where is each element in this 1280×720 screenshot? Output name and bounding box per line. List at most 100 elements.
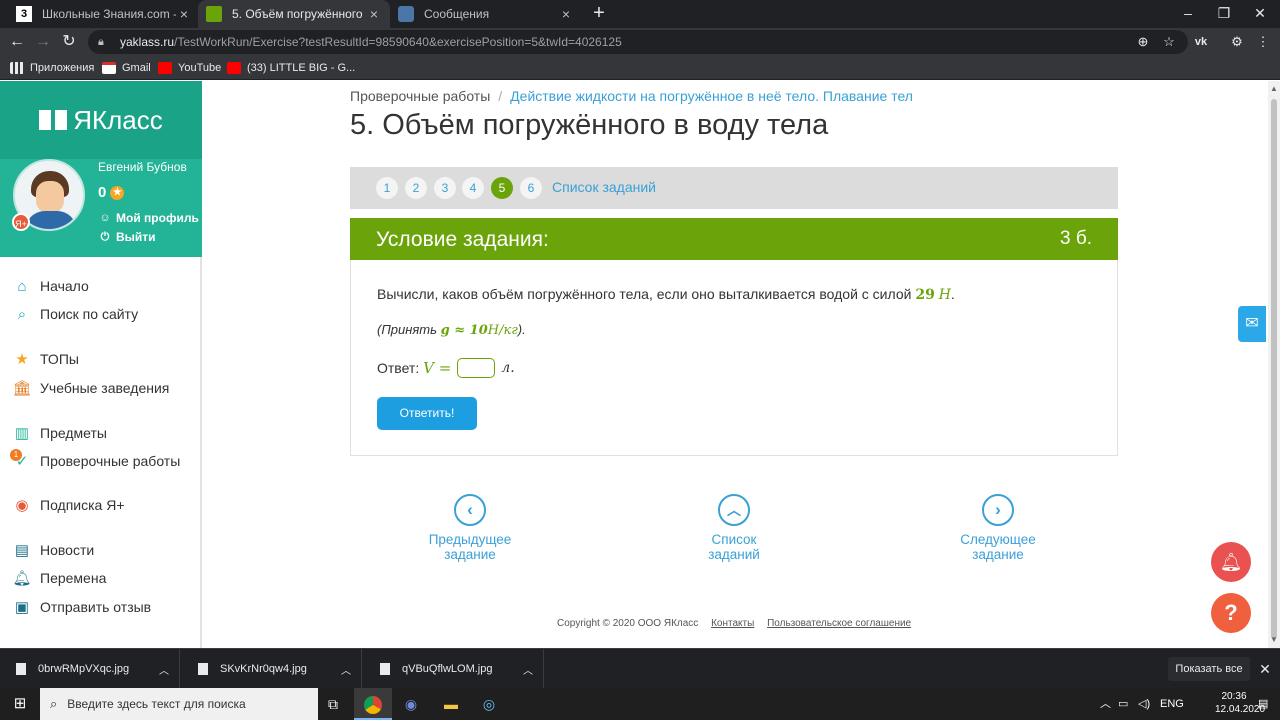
nav-home[interactable]: ⌂ Начало <box>12 275 88 297</box>
force-value: 29 <box>915 287 935 303</box>
scrollbar[interactable]: ▲ ▼ <box>1268 81 1280 648</box>
nav-label: Подписка Я+ <box>40 497 125 513</box>
chevron-up-icon[interactable]: ︿ <box>523 662 543 677</box>
clock-time: 20:36 <box>1221 691 1247 702</box>
mail-icon[interactable]: ✉ <box>1238 306 1266 342</box>
answer-label: Ответ: <box>377 360 420 376</box>
target-icon[interactable]: ⊕ <box>1134 33 1152 51</box>
nav-tests[interactable]: ✓ Проверочные работы <box>12 450 181 472</box>
page-3-button[interactable]: 3 <box>434 177 456 199</box>
task-view-icon[interactable]: ⧉ <box>314 688 352 720</box>
scroll-up-icon[interactable]: ▲ <box>1270 84 1278 93</box>
volume-icon[interactable]: ◁) <box>1138 688 1150 720</box>
answer-input[interactable] <box>457 358 496 378</box>
vk-extension-icon[interactable]: vk <box>1192 33 1210 51</box>
close-tab-icon[interactable]: × <box>176 6 192 22</box>
close-window-button[interactable]: ✕ <box>1242 0 1278 28</box>
task-list-bottom-link[interactable]: ︿ Список заданий <box>684 494 784 562</box>
taskbar-search-input[interactable]: ⌕ Введите здесь текст для поиска <box>40 688 318 720</box>
bell-icon[interactable]: 🔔︎ <box>1211 542 1251 582</box>
forward-arrow-icon[interactable]: → <box>32 31 54 53</box>
bookmark-apps[interactable]: Приложения <box>10 59 94 77</box>
tray-chevron-icon[interactable]: ︿ <box>1100 688 1111 720</box>
bookmark-star-icon[interactable]: ☆ <box>1160 33 1178 51</box>
profile-icon: ☺ <box>99 212 111 224</box>
task-list-link[interactable]: Список заданий <box>552 179 656 195</box>
scrollbar-thumb[interactable] <box>1271 99 1277 639</box>
close-tab-icon[interactable]: × <box>366 6 382 22</box>
score-value: 0 <box>98 184 107 201</box>
page-2-button[interactable]: 2 <box>405 177 427 199</box>
download-filename: qVBuQflwLOM.jpg <box>402 663 493 675</box>
tab-messages[interactable]: Сообщения × <box>390 0 582 28</box>
bookmark-label: Gmail <box>122 62 151 74</box>
tab-yaklass[interactable]: 5. Объём погружённого в воду × <box>198 0 390 28</box>
hint-text: (Принять g ≈ 10Н/кг). <box>377 322 526 338</box>
star-icon: ★ <box>15 351 29 368</box>
page-6-button[interactable]: 6 <box>520 177 542 199</box>
address-bar[interactable]: 🔒︎ yaklass.ru/TestWorkRun/Exercise?testR… <box>88 30 1188 54</box>
steam-app-icon[interactable]: ◎ <box>470 688 508 720</box>
close-tab-icon[interactable]: × <box>558 6 574 22</box>
my-profile-link[interactable]: ☺ Мой профиль <box>98 211 198 225</box>
windows-taskbar: ⊞ ⌕ Введите здесь текст для поиска ⧉ ◉ ▬… <box>0 688 1280 720</box>
windows-start-icon[interactable]: ⊞ <box>0 688 40 720</box>
nav-search[interactable]: ⌕ Поиск по сайту <box>12 303 138 325</box>
chevron-right-icon: › <box>982 494 1014 526</box>
prev-task-link[interactable]: ‹ Предыдущее задание <box>402 494 538 562</box>
chevron-up-icon[interactable]: ︿ <box>341 662 361 677</box>
maximize-button[interactable]: ❐ <box>1206 0 1242 28</box>
nav-feedback[interactable]: ▣ Отправить отзыв <box>12 596 151 618</box>
chrome-app-icon[interactable] <box>354 688 392 720</box>
contacts-link[interactable]: Контакты <box>711 618 754 629</box>
bookmark-label: Приложения <box>30 62 95 74</box>
explorer-app-icon[interactable]: ▬ <box>432 688 470 720</box>
new-tab-button[interactable]: + <box>588 3 610 25</box>
nav-tops[interactable]: ★ ТОПы <box>12 348 79 370</box>
notification-center-icon[interactable]: ▤ <box>1258 688 1268 720</box>
download-item[interactable]: 0brwRMpVXqc.jpg ︿ <box>0 649 180 689</box>
download-item[interactable]: qVBuQflwLOM.jpg ︿ <box>364 649 544 689</box>
language-indicator[interactable]: ENG <box>1160 688 1184 720</box>
logout-link[interactable]: ⏻ Выйти <box>98 230 156 244</box>
menu-dots-icon[interactable]: ⋮ <box>1254 33 1272 51</box>
nav-subscription[interactable]: ◉ Подписка Я+ <box>12 494 125 516</box>
copyright: Copyright © 2020 ООО ЯКласс <box>557 618 699 629</box>
hint-formula: g ≈ 10 <box>440 323 488 338</box>
search-placeholder: Введите здесь текст для поиска <box>67 697 246 711</box>
extension-icon[interactable]: ⚙ <box>1228 33 1246 51</box>
nav-subjects[interactable]: ▥ Предметы <box>12 422 107 444</box>
next-task-link[interactable]: › Следующее задание <box>934 494 1062 562</box>
reload-icon[interactable]: ↻ <box>58 31 80 53</box>
yaklass-logo[interactable]: ЯКласс <box>0 81 202 159</box>
user-name[interactable]: Евгений Бубнов <box>98 160 187 174</box>
discord-app-icon[interactable]: ◉ <box>392 688 430 720</box>
page-4-button[interactable]: 4 <box>462 177 484 199</box>
scroll-down-icon[interactable]: ▼ <box>1270 635 1278 644</box>
download-item[interactable]: SKvKrNr0qw4.jpg ︿ <box>182 649 362 689</box>
nav-schools[interactable]: 🏛︎ Учебные заведения <box>12 377 169 399</box>
page-1-button[interactable]: 1 <box>376 177 398 199</box>
help-icon[interactable]: ? <box>1211 593 1251 633</box>
url-host: yaklass.ru <box>120 35 175 49</box>
bookmark-youtube[interactable]: YouTube <box>158 59 221 77</box>
back-arrow-icon[interactable]: ← <box>6 31 28 53</box>
minimize-button[interactable]: – <box>1170 0 1206 28</box>
breadcrumb-root[interactable]: Проверочные работы <box>350 88 490 104</box>
breadcrumb-current[interactable]: Действие жидкости на погружённое в неё т… <box>510 88 913 104</box>
agreement-link[interactable]: Пользовательское соглашение <box>767 618 911 629</box>
network-icon[interactable]: ▭ <box>1118 688 1128 720</box>
page-5-button[interactable]: 5 <box>491 177 513 199</box>
submit-answer-button[interactable]: Ответить! <box>377 397 477 430</box>
close-downloads-icon[interactable]: ✕ <box>1256 657 1274 681</box>
search-icon: ⌕ <box>50 696 58 711</box>
tab-title: 5. Объём погружённого в воду <box>232 7 366 21</box>
nav-break[interactable]: 🔔︎ Переменa <box>12 567 106 589</box>
chevron-up-icon[interactable]: ︿ <box>159 662 179 677</box>
tab-znanija[interactable]: 3 Школьные Знания.com - Решае × <box>8 0 200 28</box>
nav-news[interactable]: ▤ Новости <box>12 539 94 561</box>
show-all-button[interactable]: Показать все <box>1168 657 1250 681</box>
bookmark-gmail[interactable]: Gmail <box>102 59 151 77</box>
clock[interactable]: 20:36 12.04.2020 <box>1215 690 1265 716</box>
bookmark-little-big[interactable]: (33) LITTLE BIG - G... <box>227 59 355 77</box>
